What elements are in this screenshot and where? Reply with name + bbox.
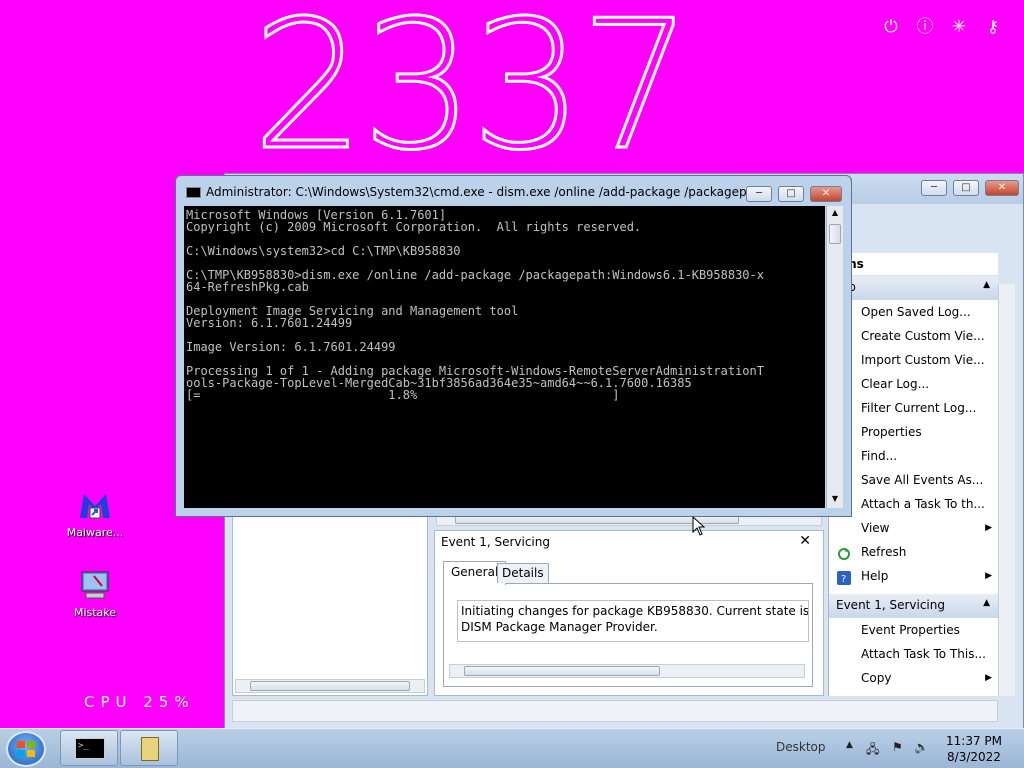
submenu-arrow-icon: ▶ <box>985 673 992 683</box>
windows-logo-icon <box>17 741 35 757</box>
action-label: View <box>861 521 890 535</box>
actions-pane-title: tions <box>828 253 998 275</box>
event-viewer-taskbar-icon <box>141 737 159 761</box>
event-message-line: Initiating changes for package KB958830.… <box>461 604 809 618</box>
event-section-header[interactable]: Event 1, Servicing ▲ <box>829 594 998 618</box>
desktop-icon-malwarebytes[interactable]: Malware... <box>60 488 130 539</box>
action-label: Find... <box>861 449 898 463</box>
action-open-saved-log[interactable]: Open Saved Log... <box>829 300 998 324</box>
tab-details[interactable]: Details <box>497 563 549 583</box>
action-label: Filter Current Log... <box>861 401 977 415</box>
event-message-line: DISM Package Manager Provider. <box>461 620 658 634</box>
taskbar-cmd-button[interactable]: >_ <box>60 730 118 766</box>
section-label: Event 1, Servicing <box>836 598 945 612</box>
action-save-all-events[interactable]: Save All Events As... <box>829 468 998 492</box>
action-properties[interactable]: Properties <box>829 420 998 444</box>
submenu-arrow-icon: ▶ <box>985 571 992 581</box>
volume-icon[interactable]: 🔈 <box>914 740 929 754</box>
action-label: Properties <box>861 425 922 439</box>
start-button[interactable] <box>6 731 46 767</box>
network-icon[interactable]: 🖧 <box>866 740 879 761</box>
actions-section-header[interactable]: tup ▲ <box>829 276 998 300</box>
collapse-icon[interactable]: ▲ <box>983 280 990 290</box>
navigation-pane <box>232 516 428 696</box>
action-label: Create Custom Vie... <box>861 329 985 343</box>
detail-horizontal-scrollbar[interactable] <box>449 664 805 678</box>
desktop-toolbar-label[interactable]: Desktop <box>776 740 826 754</box>
action-attach-task[interactable]: Attach a Task To th... <box>829 492 998 516</box>
console-scrollbar[interactable]: ▲ ▼ <box>826 206 843 508</box>
mouse-cursor-icon <box>692 516 706 536</box>
key-icon[interactable]: ⚷ <box>982 16 1004 38</box>
action-refresh[interactable]: Refresh <box>829 540 998 564</box>
scroll-up-icon[interactable]: ▲ <box>829 208 841 220</box>
collapse-icon[interactable]: ▲ <box>983 598 990 608</box>
cpu-usage: CPU 25% <box>84 693 195 711</box>
action-event-properties[interactable]: Event Properties <box>829 618 998 642</box>
action-help[interactable]: ? Help ▶ <box>829 564 998 588</box>
status-bar <box>232 700 998 722</box>
console-output[interactable]: Microsoft Windows [Version 6.1.7601] Cop… <box>184 206 825 508</box>
help-icon: ? <box>837 569 851 585</box>
action-clear-log[interactable]: Clear Log... <box>829 372 998 396</box>
desktop-icon-label: Malware... <box>66 526 124 539</box>
scrollbar-thumb[interactable] <box>464 666 660 676</box>
action-create-custom-view[interactable]: Create Custom Vie... <box>829 324 998 348</box>
action-label: Copy <box>861 671 892 685</box>
event-detail-title: Event 1, Servicing <box>441 535 550 549</box>
close-button[interactable]: ✕ <box>985 180 1019 196</box>
scrollbar-thumb[interactable] <box>250 681 410 691</box>
action-copy[interactable]: Copy ▶ <box>829 666 998 690</box>
brightness-icon[interactable]: ✳ <box>948 16 970 38</box>
action-import-custom-view[interactable]: Import Custom Vie... <box>829 348 998 372</box>
malwarebytes-icon <box>76 488 114 522</box>
action-label: Save All Events As... <box>861 473 984 487</box>
action-center-icon[interactable]: ⚑ <box>892 740 903 754</box>
desktop-icon-mistake[interactable]: Mistake <box>60 568 130 619</box>
nav-horizontal-scrollbar[interactable] <box>235 679 425 693</box>
actions-pane: tup ▲ Open Saved Log... Create Custom Vi… <box>828 276 998 696</box>
refresh-icon <box>837 545 851 560</box>
close-button[interactable]: ✕ <box>810 186 842 202</box>
computer-icon <box>76 568 114 602</box>
action-label: Attach a Task To th... <box>861 497 985 511</box>
submenu-arrow-icon: ▶ <box>985 523 992 533</box>
close-detail-icon[interactable]: ✕ <box>799 533 811 549</box>
power-icon[interactable]: ⏻ <box>880 16 902 38</box>
taskbar-event-viewer-button[interactable] <box>120 730 178 766</box>
svg-text:?: ? <box>841 574 846 585</box>
maximize-button[interactable]: □ <box>953 180 979 196</box>
cmd-window[interactable]: Administrator: C:\Windows\System32\cmd.e… <box>175 175 852 517</box>
action-label: Clear Log... <box>861 377 930 391</box>
action-label: Import Custom Vie... <box>861 353 985 367</box>
clock-time: 11:37 PM <box>946 734 1002 748</box>
clock-date: 8/3/2022 <box>947 750 1001 764</box>
action-view[interactable]: View ▶ <box>829 516 998 540</box>
action-label: Open Saved Log... <box>861 305 971 319</box>
action-label: Help <box>861 569 889 583</box>
event-message-box[interactable]: Initiating changes for package KB958830.… <box>457 600 809 642</box>
action-attach-task-to-this[interactable]: Attach Task To This... <box>829 642 998 666</box>
maximize-button[interactable]: □ <box>778 186 804 202</box>
cmd-app-icon <box>186 187 201 198</box>
action-label: Event Properties <box>861 623 960 637</box>
cmd-taskbar-icon: >_ <box>75 738 105 759</box>
action-find[interactable]: Find... <box>829 444 998 468</box>
action-label: Refresh <box>861 545 907 559</box>
desktop-icon-label: Mistake <box>73 606 117 619</box>
actions-scrollbar[interactable] <box>998 284 1015 696</box>
action-filter-current-log[interactable]: Filter Current Log... <box>829 396 998 420</box>
minimize-button[interactable]: ─ <box>921 180 947 196</box>
minimize-button[interactable]: ─ <box>746 186 772 202</box>
action-label: Attach Task To This... <box>861 647 986 661</box>
info-icon[interactable]: ⓘ <box>914 16 936 38</box>
taskbar-clock[interactable]: 11:37 PM 8/3/2022 <box>944 733 1004 765</box>
show-hidden-icons[interactable]: ▲ <box>846 740 853 750</box>
cmd-window-title: Administrator: C:\Windows\System32\cmd.e… <box>206 185 746 199</box>
scroll-down-icon[interactable]: ▼ <box>829 494 841 506</box>
scrollbar-thumb[interactable] <box>829 224 841 244</box>
big-clock: 2337 <box>251 0 695 189</box>
